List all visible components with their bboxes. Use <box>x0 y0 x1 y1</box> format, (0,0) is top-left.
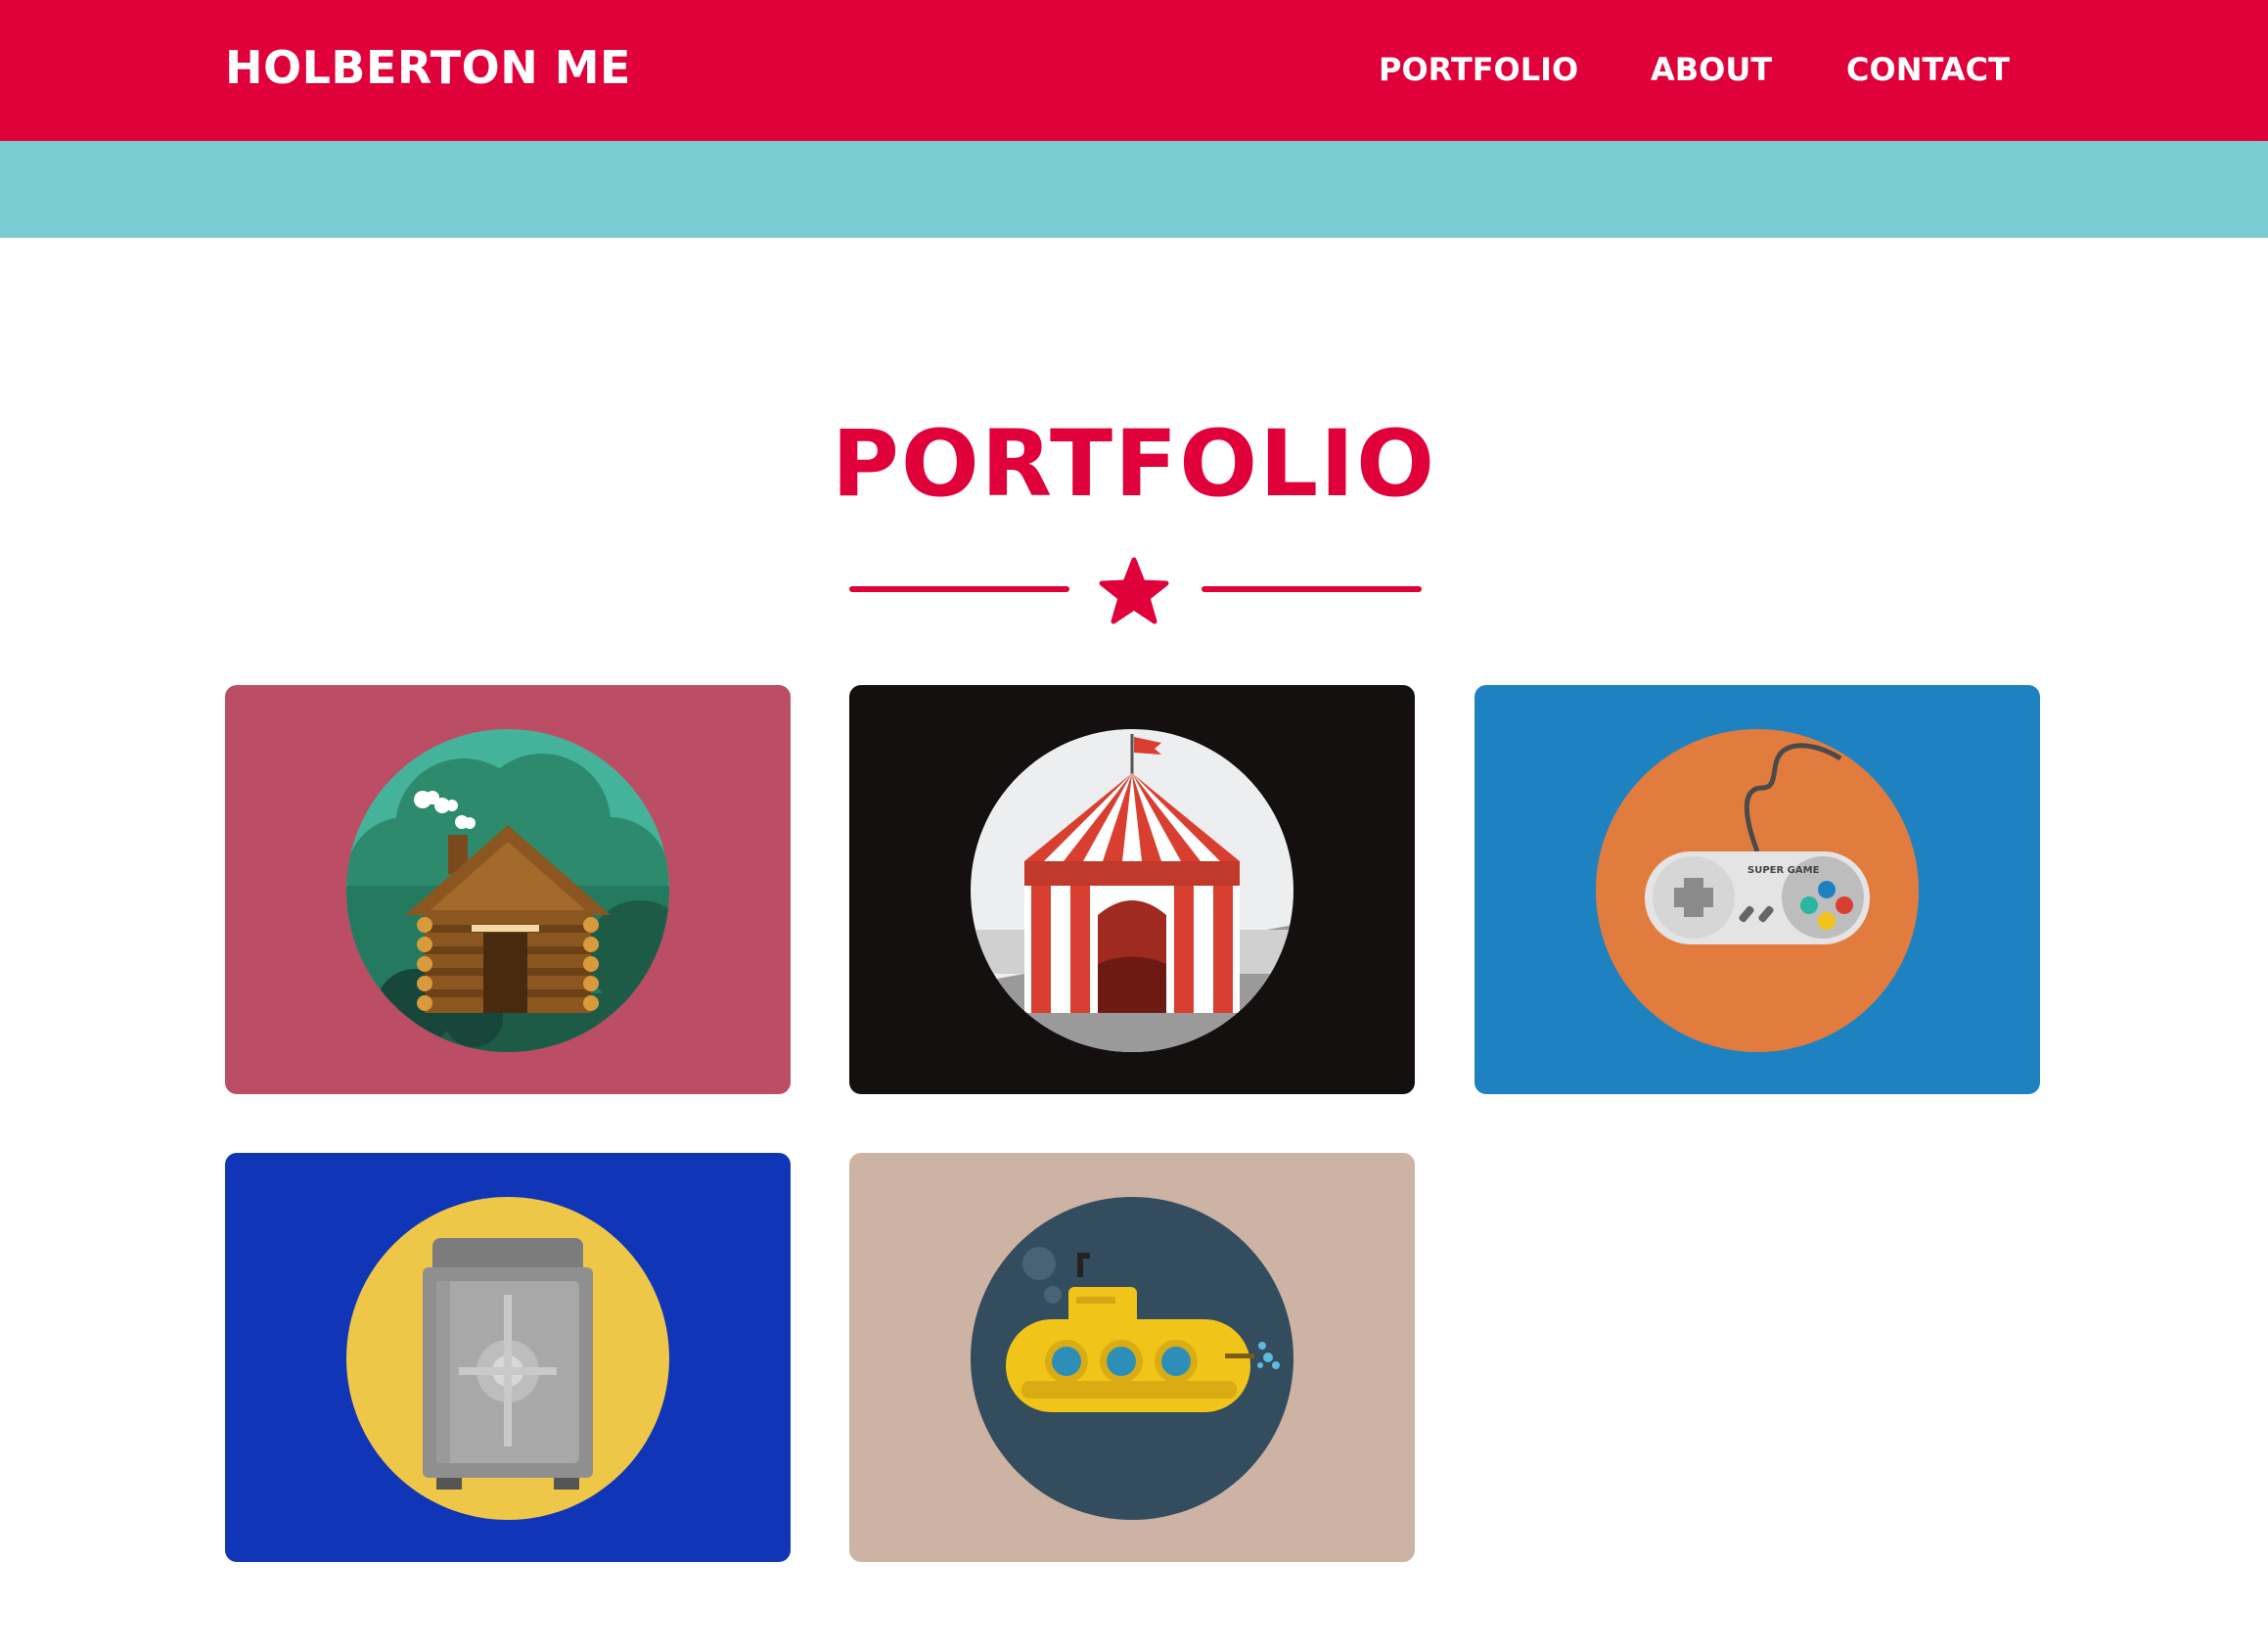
brand-logo[interactable]: HOLBERTON ME <box>225 41 631 94</box>
divider-right <box>1202 586 1422 592</box>
navbar: HOLBERTON ME PORTFOLIO ABOUT CONTACT <box>0 0 2268 141</box>
log-cabin-icon <box>346 729 669 1052</box>
header-band <box>0 141 2268 238</box>
star-icon <box>1099 557 1169 624</box>
divider-left <box>849 586 1069 592</box>
circus-tent-icon <box>971 729 1293 1052</box>
section-title: PORTFOLIO <box>832 411 1436 518</box>
portfolio-card-safe[interactable] <box>225 1153 791 1562</box>
nav-link-about[interactable]: ABOUT <box>1651 51 1772 88</box>
nav-link-portfolio[interactable]: PORTFOLIO <box>1379 51 1578 88</box>
game-controller-icon: SUPER GAME <box>1596 729 1919 1052</box>
safe-icon <box>346 1197 669 1520</box>
portfolio-card-submarine[interactable] <box>849 1153 1415 1562</box>
portfolio-card-controller[interactable]: SUPER GAME <box>1474 685 2040 1094</box>
controller-brand-text: SUPER GAME <box>1747 865 1820 876</box>
portfolio-card-circus[interactable] <box>849 685 1415 1094</box>
portfolio-card-cabin[interactable] <box>225 685 791 1094</box>
submarine-icon <box>971 1197 1293 1520</box>
nav-link-contact[interactable]: CONTACT <box>1846 51 2010 88</box>
